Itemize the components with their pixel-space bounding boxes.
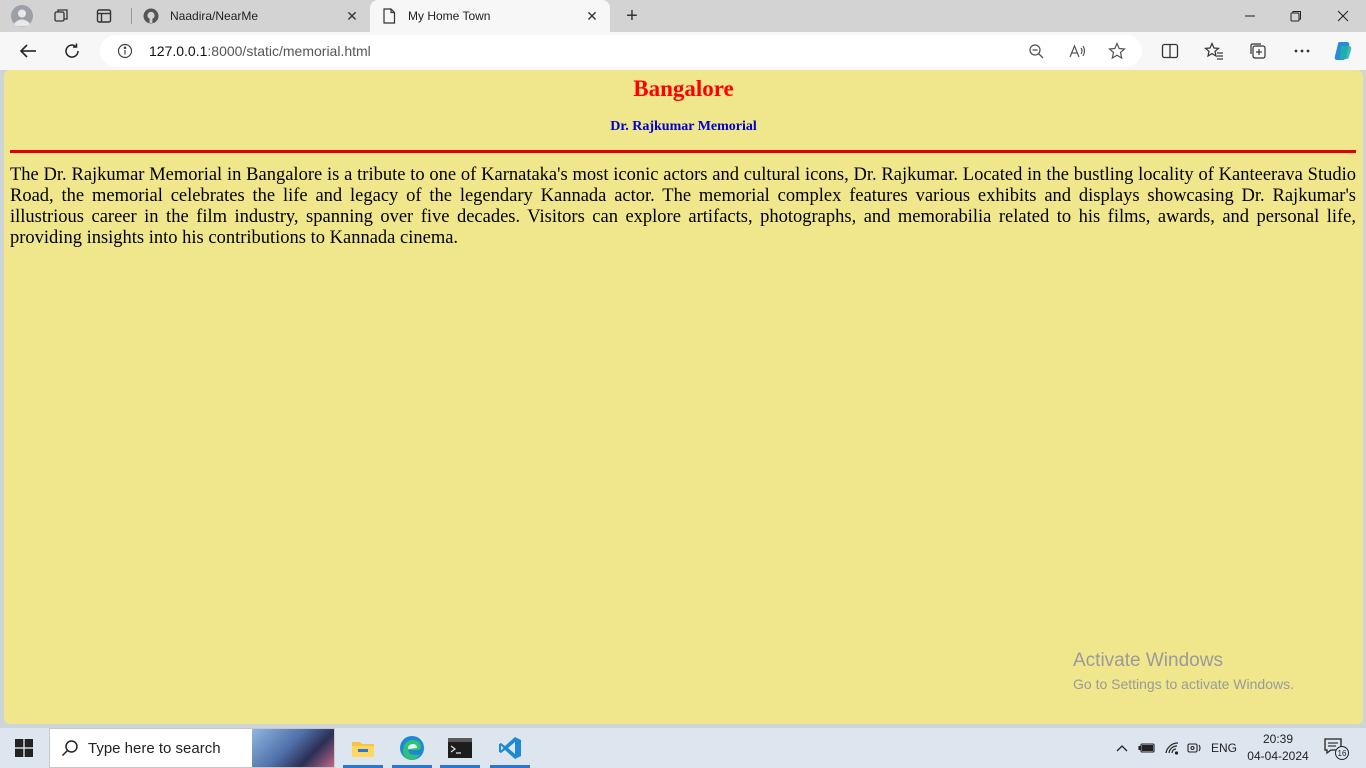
- edge-browser-icon[interactable]: [392, 728, 432, 768]
- close-window-button[interactable]: [1320, 0, 1366, 32]
- refresh-button[interactable]: [57, 37, 87, 65]
- clock-date: 04-04-2024: [1247, 749, 1309, 763]
- system-clock[interactable]: 20:39 04-04-2024: [1240, 731, 1316, 765]
- github-icon: [142, 7, 160, 25]
- site-info-icon[interactable]: [114, 40, 136, 62]
- memorial-description: The Dr. Rajkumar Memorial in Bangalore i…: [10, 165, 1356, 248]
- tab-naadira-nearme[interactable]: Naadira/NearMe ✕: [134, 0, 370, 32]
- search-highlight-image: [252, 729, 334, 767]
- wifi-icon[interactable]: [1162, 728, 1182, 768]
- workspaces-icon[interactable]: [47, 4, 77, 28]
- collections-icon[interactable]: [1243, 37, 1273, 65]
- speaker-icon[interactable]: [1185, 728, 1205, 768]
- close-icon[interactable]: ✕: [580, 4, 604, 28]
- zoom-out-icon[interactable]: [1025, 40, 1047, 62]
- search-placeholder: Type here to search: [88, 739, 221, 757]
- page-viewport: Bangalore Dr. Rajkumar Memorial The Dr. …: [4, 70, 1363, 724]
- taskbar: Type here to search ENG 20:39 04-04-2024…: [0, 728, 1366, 768]
- new-tab-button[interactable]: +: [618, 4, 646, 28]
- notification-count: 16: [1338, 749, 1347, 758]
- taskbar-search-box[interactable]: Type here to search: [49, 728, 335, 768]
- search-icon: [60, 738, 80, 758]
- page-title: Bangalore: [633, 76, 734, 101]
- show-hidden-icons-chevron-up-icon[interactable]: [1112, 728, 1132, 768]
- url-host: 127.0.0.1: [149, 43, 208, 59]
- horizontal-rule: [10, 150, 1356, 153]
- close-icon[interactable]: ✕: [340, 4, 364, 28]
- address-bar[interactable]: 127.0.0.1:8000/static/memorial.html: [100, 35, 1142, 67]
- url-path: :8000/static/memorial.html: [207, 43, 371, 59]
- back-button[interactable]: [13, 37, 43, 65]
- restore-button[interactable]: [1273, 0, 1319, 32]
- tab-strip: Naadira/NearMe ✕ My Home Town ✕ +: [0, 0, 1366, 32]
- copilot-icon[interactable]: [1328, 37, 1358, 65]
- page-icon: [380, 7, 398, 25]
- tab-my-home-town[interactable]: My Home Town ✕: [370, 0, 610, 32]
- tab-title: Naadira/NearMe: [170, 9, 259, 23]
- url-text[interactable]: 127.0.0.1:8000/static/memorial.html: [149, 43, 371, 59]
- tab-actions-icon[interactable]: [89, 4, 119, 28]
- windows-start-icon[interactable]: [6, 732, 42, 764]
- vscode-icon[interactable]: [490, 728, 530, 768]
- more-menu-icon[interactable]: [1287, 37, 1317, 65]
- notification-center-icon[interactable]: 16: [1320, 728, 1352, 768]
- split-screen-icon[interactable]: [1155, 37, 1185, 65]
- clock-time: 20:39: [1262, 732, 1294, 746]
- language-indicator[interactable]: ENG: [1208, 728, 1240, 768]
- browser-toolbar: 127.0.0.1:8000/static/memorial.html: [0, 32, 1366, 70]
- terminal-icon[interactable]: [440, 728, 480, 768]
- tab-separator: [131, 8, 132, 24]
- page-subtitle: Dr. Rajkumar Memorial: [610, 119, 757, 134]
- watermark-title: Activate Windows: [1073, 650, 1223, 671]
- read-aloud-icon[interactable]: [1066, 40, 1088, 62]
- favorites-icon[interactable]: [1199, 37, 1229, 65]
- profile-avatar-icon[interactable]: [7, 4, 37, 28]
- activate-windows-watermark: Activate Windows Go to Settings to activ…: [1073, 650, 1294, 692]
- tab-title: My Home Town: [408, 9, 491, 23]
- battery-icon[interactable]: [1137, 728, 1157, 768]
- watermark-subtitle: Go to Settings to activate Windows.: [1073, 676, 1294, 692]
- minimize-button[interactable]: [1227, 0, 1273, 32]
- favorite-star-icon[interactable]: [1106, 40, 1128, 62]
- file-explorer-icon[interactable]: [343, 728, 383, 768]
